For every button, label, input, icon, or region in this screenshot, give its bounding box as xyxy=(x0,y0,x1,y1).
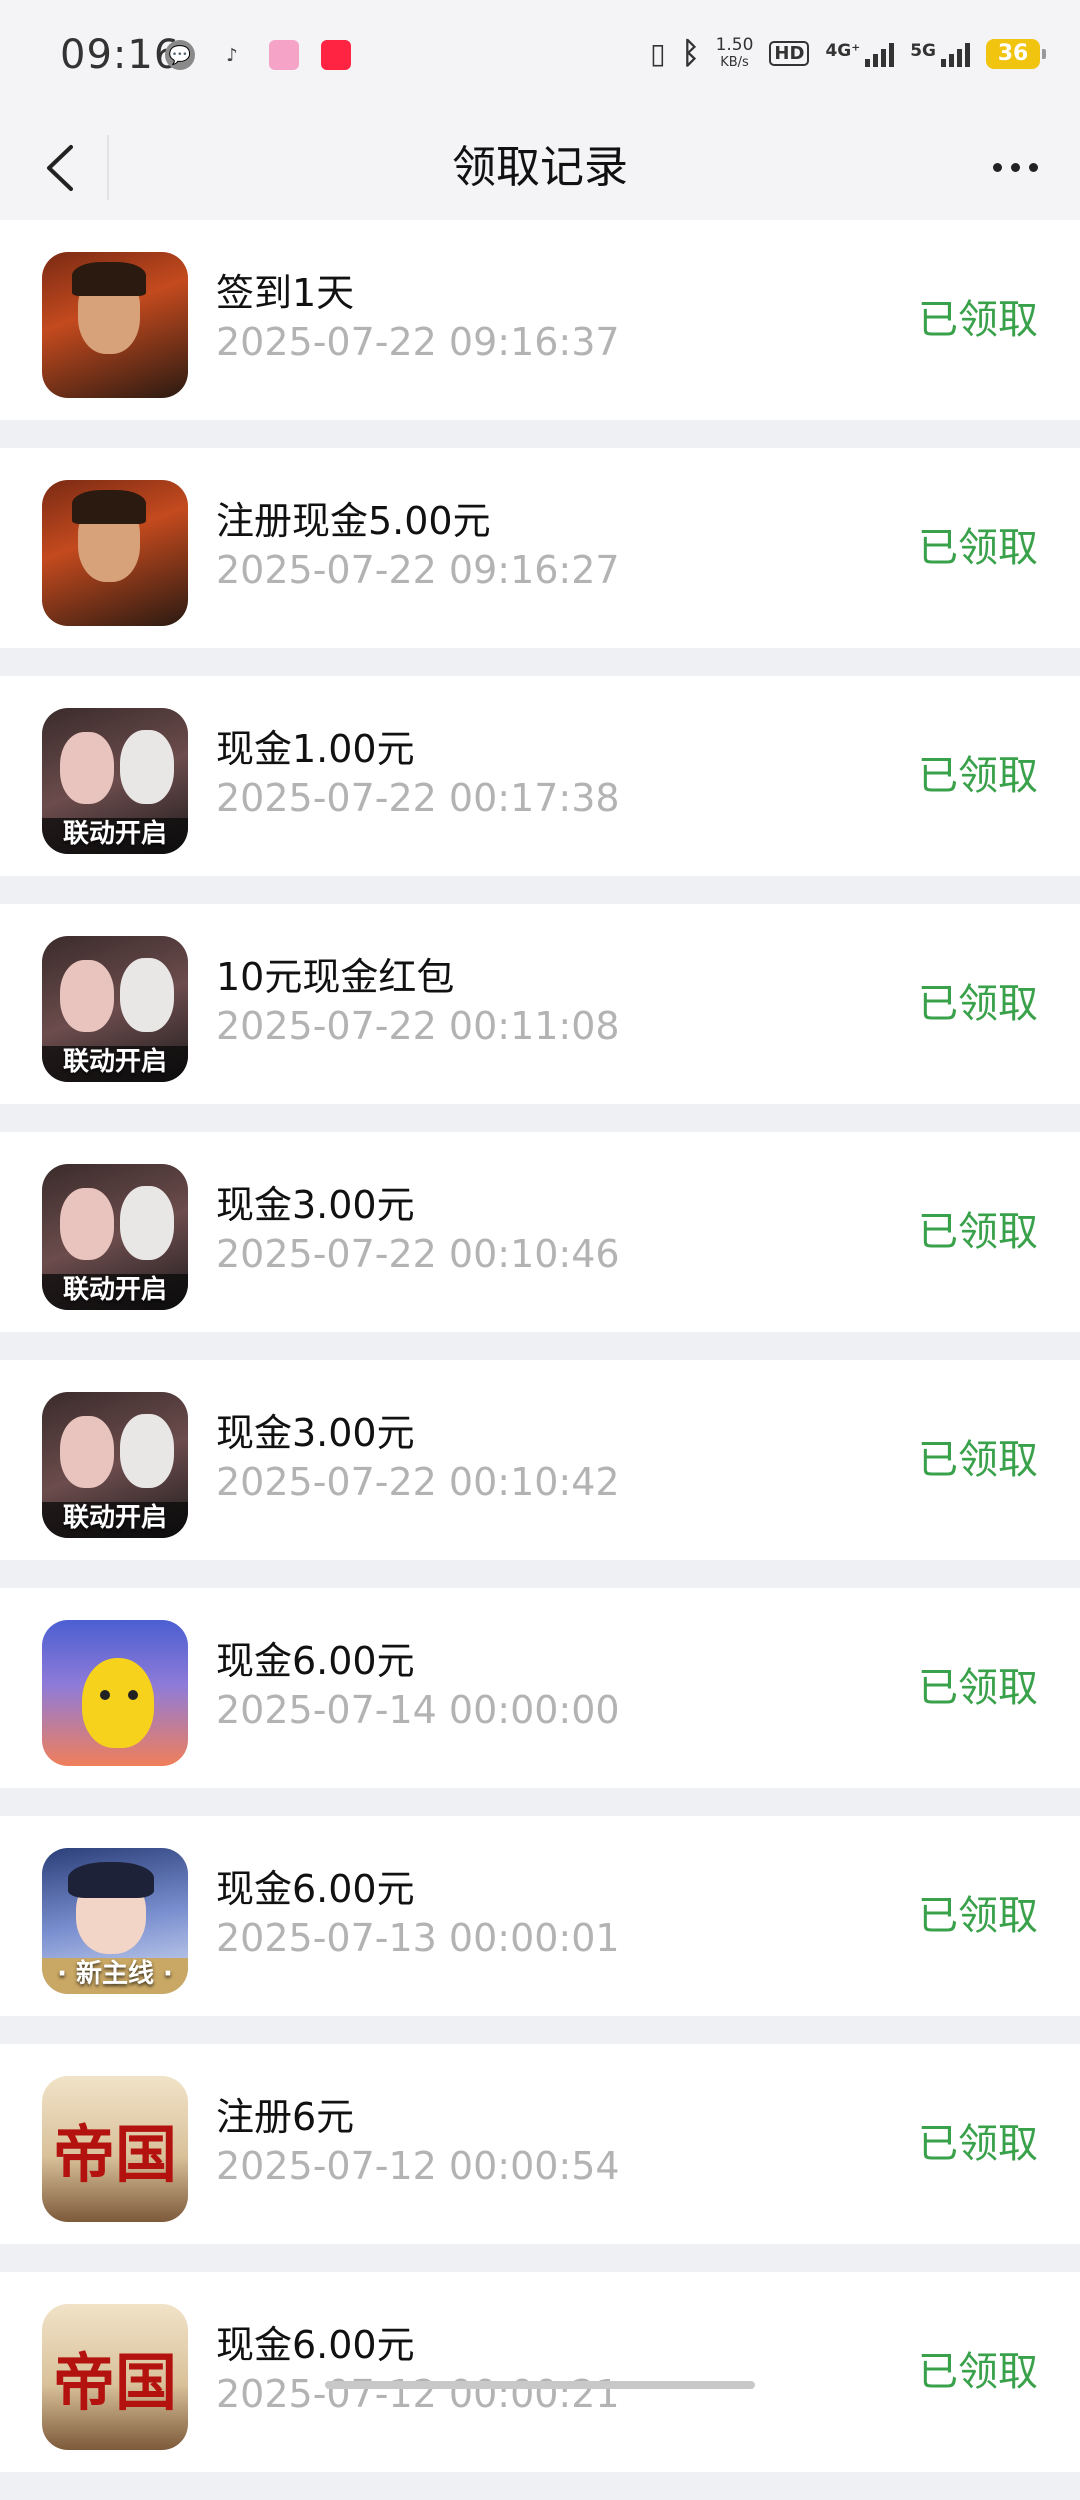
record-title: 注册6元 xyxy=(216,2095,355,2139)
nav-divider xyxy=(107,135,109,200)
record-title: 现金6.00元 xyxy=(216,1639,415,1683)
chevron-left-icon xyxy=(47,144,73,191)
signal-5g-icon: 5G xyxy=(910,41,970,67)
record-row[interactable]: 联动开启 10元现金红包 2025-07-22 00:11:08 已领取 xyxy=(0,904,1080,1104)
net-speed: 1.50 KB/s xyxy=(715,34,754,71)
record-row[interactable]: 注册现金5.00元 2025-07-22 09:16:27 已领取 xyxy=(0,448,1080,648)
record-status: 已领取 xyxy=(918,981,1038,1027)
record-title: 现金6.00元 xyxy=(216,2323,415,2367)
game-icon: · 新主线 · xyxy=(42,1848,188,1994)
game-badge-text: · 新主线 · xyxy=(57,1959,173,1989)
game-icon xyxy=(42,480,188,626)
xiaohongshu-icon xyxy=(321,40,351,70)
more-button[interactable] xyxy=(980,145,1050,190)
record-status: 已领取 xyxy=(918,525,1038,571)
record-status: 已领取 xyxy=(918,2349,1038,2395)
more-dot xyxy=(1028,163,1038,172)
game-icon xyxy=(42,1620,188,1766)
hd-icon: HD xyxy=(769,41,810,66)
record-row[interactable]: 联动开启 现金3.00元 2025-07-22 00:10:46 已领取 xyxy=(0,1132,1080,1332)
record-time: 2025-07-13 00:00:01 xyxy=(216,1916,620,1960)
signal-4g-label: 4G⁺ xyxy=(825,40,861,61)
record-title: 现金6.00元 xyxy=(216,1867,415,1911)
net-speed-unit: KB/s xyxy=(720,54,749,70)
bluetooth-icon: ᛒ xyxy=(681,36,700,71)
nav-bar: 领取记录 xyxy=(0,115,1080,220)
game-icon: 帝国 xyxy=(42,2304,188,2450)
record-row[interactable]: 帝国 注册6元 2025-07-12 00:00:54 已领取 xyxy=(0,2044,1080,2244)
game-badge-text: 联动开启 xyxy=(62,1047,167,1077)
record-title: 现金3.00元 xyxy=(216,1183,415,1227)
more-dots-icon xyxy=(992,163,1002,172)
net-speed-value: 1.50 xyxy=(715,34,754,55)
page-title: 领取记录 xyxy=(452,142,628,193)
notification-icons: 💬 ♪ xyxy=(165,40,351,70)
game-icon: 联动开启 xyxy=(42,936,188,1082)
record-row[interactable]: 联动开启 现金1.00元 2025-07-22 00:17:38 已领取 xyxy=(0,676,1080,876)
music-icon: ♪ xyxy=(226,44,238,66)
record-time: 2025-07-22 09:16:37 xyxy=(216,320,620,364)
record-row[interactable]: 签到1天 2025-07-22 09:16:37 已领取 xyxy=(0,220,1080,420)
battery-icon: 36 xyxy=(986,38,1046,69)
record-status: 已领取 xyxy=(918,297,1038,343)
record-status: 已领取 xyxy=(918,1437,1038,1483)
game-icon: 联动开启 xyxy=(42,708,188,854)
record-time: 2025-07-22 09:16:27 xyxy=(216,548,620,592)
record-title: 注册现金5.00元 xyxy=(216,499,491,543)
record-title: 签到1天 xyxy=(216,271,355,315)
status-bar: 09:16 💬 ♪ ▯ ᛒ 1.50 KB/s HD 4G⁺ 5G 36 xyxy=(0,0,1080,115)
signal-4g-icon: 4G⁺ xyxy=(825,40,895,67)
back-button[interactable] xyxy=(30,135,90,200)
signal-5g-label: 5G xyxy=(910,40,936,61)
status-time: 09:16 xyxy=(60,32,181,78)
record-row[interactable]: · 新主线 · 现金6.00元 2025-07-13 00:00:01 已领取 xyxy=(0,1816,1080,2016)
record-time: 2025-07-22 00:10:42 xyxy=(216,1460,620,1504)
wechat-icon: 💬 xyxy=(165,40,195,70)
game-badge-text: 联动开启 xyxy=(62,1503,167,1533)
bilibili-icon xyxy=(269,40,299,70)
record-status: 已领取 xyxy=(918,1209,1038,1255)
game-emblem-text: 帝国 xyxy=(52,2346,177,2419)
record-time: 2025-07-22 00:17:38 xyxy=(216,776,620,820)
game-emblem-text: 帝国 xyxy=(52,2118,177,2191)
home-indicator[interactable] xyxy=(325,2381,755,2389)
game-badge-text: 联动开启 xyxy=(62,1275,167,1305)
record-time: 2025-07-12 00:00:54 xyxy=(216,2144,620,2188)
game-badge-text: 联动开启 xyxy=(62,819,167,849)
record-time: 2025-07-14 00:00:00 xyxy=(216,1688,620,1732)
game-icon: 联动开启 xyxy=(42,1392,188,1538)
record-title: 现金1.00元 xyxy=(216,727,415,771)
record-status: 已领取 xyxy=(918,2121,1038,2167)
game-icon: 联动开启 xyxy=(42,1164,188,1310)
record-list: 签到1天 2025-07-22 09:16:37 已领取 注册现金5.00元 2025-… xyxy=(0,220,1080,2500)
record-title: 10元现金红包 xyxy=(216,955,455,999)
record-row[interactable]: 帝国 现金6.00元 2025-07-12 00:00:21 已领取 xyxy=(0,2272,1080,2472)
more-dot xyxy=(1010,163,1020,172)
record-row[interactable]: 现金6.00元 2025-07-14 00:00:00 已领取 xyxy=(0,1588,1080,1788)
vibrate-icon: ▯ xyxy=(650,37,666,70)
game-icon: 帝国 xyxy=(42,2076,188,2222)
record-time: 2025-07-12 00:00:21 xyxy=(216,2372,620,2416)
record-title: 现金3.00元 xyxy=(216,1411,415,1455)
record-status: 已领取 xyxy=(918,1665,1038,1711)
record-status: 已领取 xyxy=(918,1893,1038,1939)
system-icons: ▯ ᛒ 1.50 KB/s HD 4G⁺ 5G 36 xyxy=(650,34,1046,71)
record-time: 2025-07-22 00:10:46 xyxy=(216,1232,620,1276)
record-status: 已领取 xyxy=(918,753,1038,799)
record-row[interactable]: 联动开启 现金3.00元 2025-07-22 00:10:42 已领取 xyxy=(0,1360,1080,1560)
game-icon xyxy=(42,252,188,398)
record-time: 2025-07-22 00:11:08 xyxy=(216,1004,620,1048)
